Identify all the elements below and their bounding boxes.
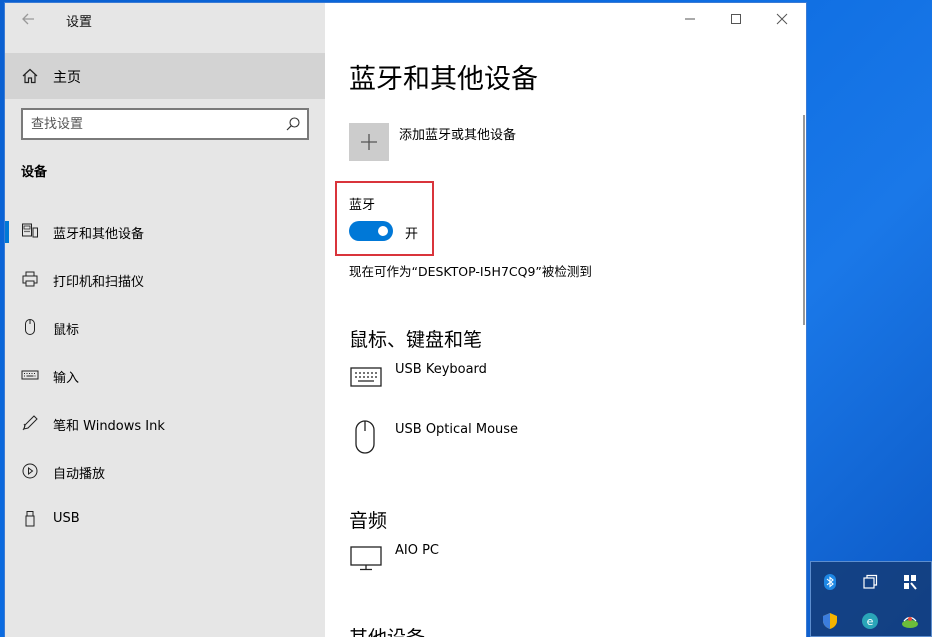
search-box[interactable] (21, 108, 309, 140)
pin-icon[interactable] (901, 573, 919, 591)
bluetooth-devices-icon (21, 222, 39, 240)
shield-icon[interactable] (821, 612, 839, 630)
monitor-icon (349, 544, 383, 576)
main-content: 蓝牙和其他设备 添加蓝牙或其他设备 蓝牙 开 现在可作为“DESKTOP-I5H… (325, 3, 806, 637)
sidebar-item-label: 输入 (53, 371, 80, 386)
sidebar-item-bluetooth[interactable]: 蓝牙和其他设备 (5, 209, 325, 253)
search-icon[interactable] (285, 116, 301, 132)
mouse-icon (21, 318, 39, 336)
scrollbar[interactable] (803, 115, 805, 325)
autoplay-icon (21, 462, 39, 480)
device-name[interactable]: AIO PC (395, 543, 439, 558)
sidebar-item-home[interactable]: 主页 (5, 53, 325, 99)
sidebar-item-typing[interactable]: 输入 (5, 353, 325, 397)
mouse-icon (349, 419, 383, 461)
device-name[interactable]: USB Optical Mouse (395, 422, 518, 437)
section-heading-input-devices: 鼠标、键盘和笔 (349, 329, 483, 351)
highlight-box (335, 181, 434, 256)
minimize-icon[interactable] (678, 9, 702, 29)
sidebar-item-pen[interactable]: 笔和 Windows Ink (5, 401, 325, 445)
maximize-icon[interactable] (724, 9, 748, 29)
keyboard-icon (349, 365, 383, 393)
back-arrow-icon[interactable] (18, 8, 40, 30)
add-device-button[interactable] (349, 123, 389, 161)
discoverable-text: 现在可作为“DESKTOP-I5H7CQ9”被检测到 (349, 264, 592, 279)
network-icon[interactable] (901, 612, 919, 630)
bluetooth-toggle[interactable] (349, 221, 393, 241)
app-e-icon[interactable]: e (861, 612, 879, 630)
add-device-label[interactable]: 添加蓝牙或其他设备 (399, 124, 516, 143)
app-title: 设置 (66, 15, 93, 30)
sidebar-item-label: 打印机和扫描仪 (53, 275, 145, 290)
sidebar-item-usb[interactable]: USB (5, 497, 325, 541)
sidebar-item-label: 主页 (53, 70, 81, 86)
section-heading-other-devices: 其他设备 (349, 623, 425, 637)
section-heading-audio: 音频 (349, 510, 388, 532)
printer-icon (21, 270, 39, 288)
home-icon (21, 67, 39, 85)
svg-text:e: e (867, 615, 874, 628)
bluetooth-icon[interactable] (821, 573, 839, 591)
page-title: 蓝牙和其他设备 (349, 64, 538, 95)
close-icon[interactable] (770, 9, 794, 29)
section-label-devices: 设备 (21, 165, 48, 180)
sidebar-item-mouse[interactable]: 鼠标 (5, 305, 325, 349)
sidebar-item-label: USB (53, 511, 80, 526)
sidebar-item-autoplay[interactable]: 自动播放 (5, 449, 325, 493)
plus-icon (361, 134, 377, 150)
window-switch-icon[interactable] (861, 573, 879, 591)
system-tray-overflow: e (810, 561, 932, 637)
sidebar-item-printers[interactable]: 打印机和扫描仪 (5, 257, 325, 301)
pen-icon (21, 414, 39, 432)
selection-indicator (5, 221, 9, 243)
search-input[interactable] (31, 115, 281, 133)
sidebar-item-label: 鼠标 (53, 323, 80, 338)
bluetooth-label: 蓝牙 (349, 198, 376, 213)
bluetooth-toggle-state: 开 (405, 227, 419, 242)
toggle-knob (378, 226, 388, 236)
sidebar-item-label: 蓝牙和其他设备 (53, 227, 145, 242)
sidebar: 设置 主页 设备 蓝牙和其他设备 打印机和扫描仪 (5, 3, 325, 637)
sidebar-item-label: 笔和 Windows Ink (53, 419, 165, 434)
sidebar-item-label: 自动播放 (53, 467, 106, 482)
usb-icon (21, 510, 39, 528)
settings-window: 设置 主页 设备 蓝牙和其他设备 打印机和扫描仪 (5, 3, 806, 637)
keyboard-icon (21, 366, 39, 384)
titlebar-left: 设置 (5, 3, 325, 35)
device-name[interactable]: USB Keyboard (395, 362, 487, 377)
